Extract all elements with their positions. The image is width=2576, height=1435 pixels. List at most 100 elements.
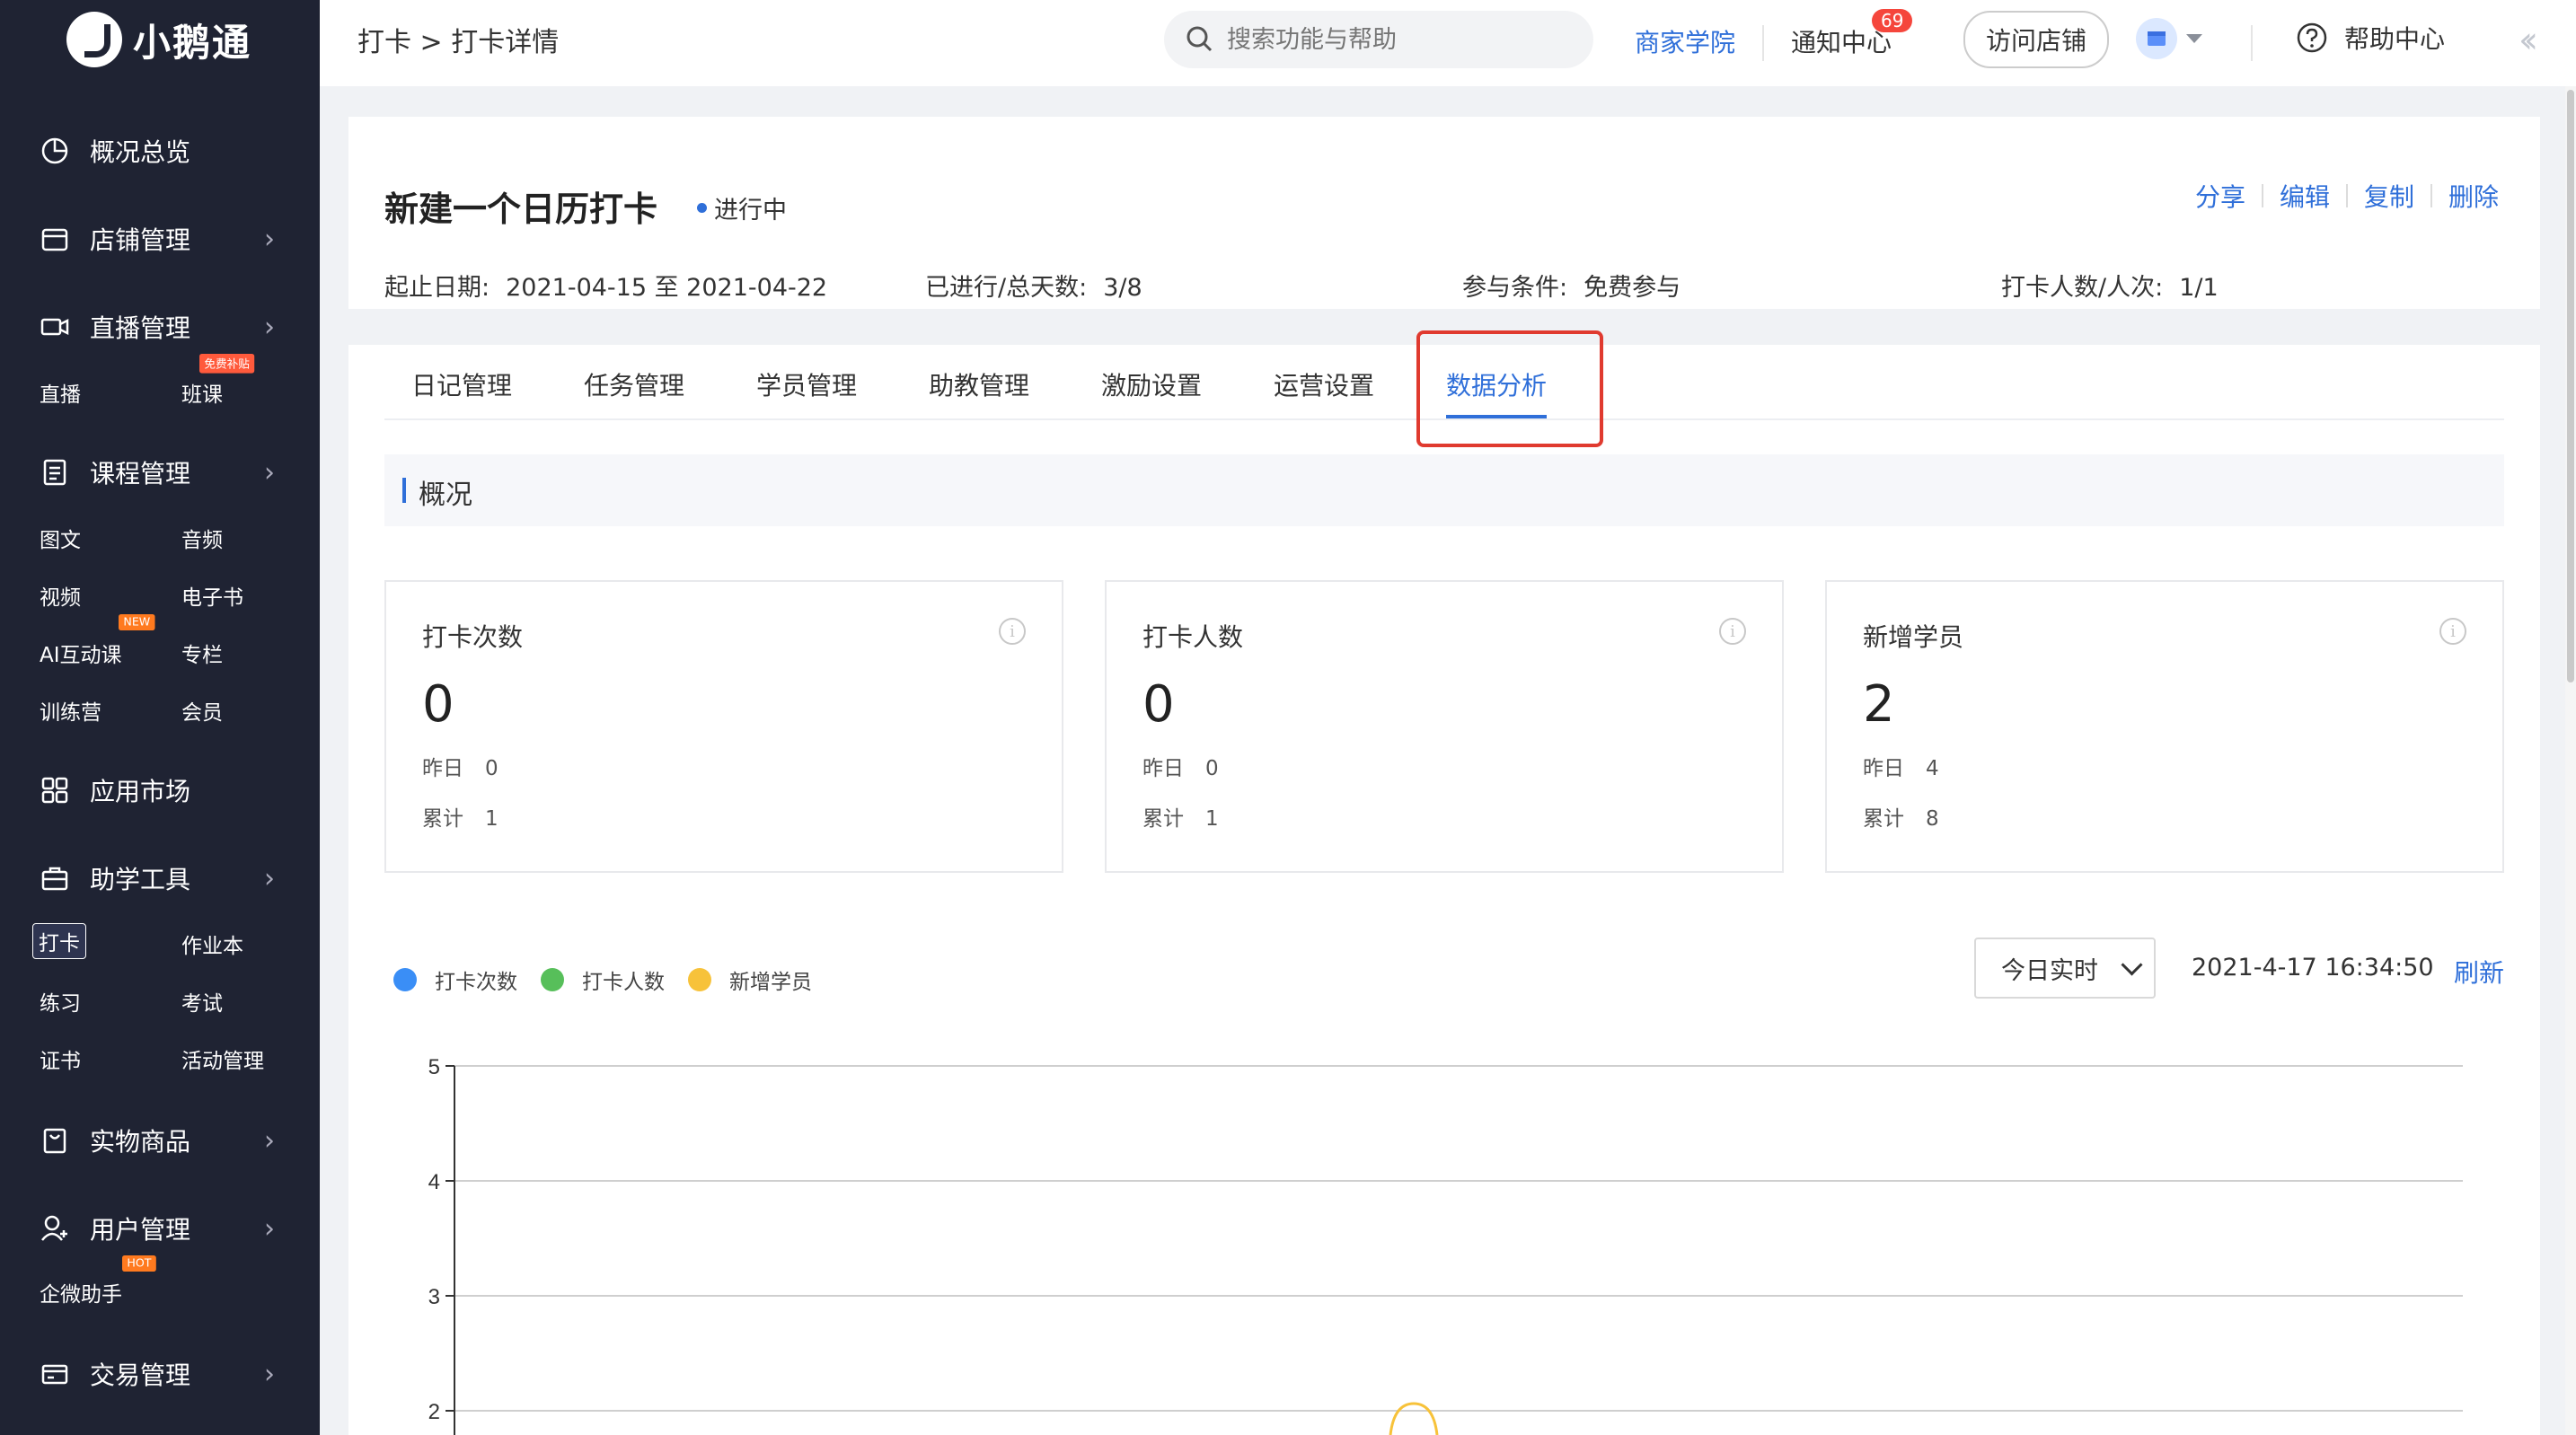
sidebar-item-label: 交易管理 <box>90 1360 191 1390</box>
annotation-highlight-box <box>1416 330 1603 447</box>
store-switcher[interactable] <box>2136 18 2204 59</box>
sidebar-item-live[interactable]: 直播管理 › <box>40 309 275 345</box>
status-text: 进行中 <box>714 197 787 224</box>
page-title: 新建一个日历打卡 <box>384 189 658 229</box>
scrollbar-thumb[interactable] <box>2567 90 2574 682</box>
video-camera-icon <box>40 312 70 342</box>
info-key: 参与条件: <box>1462 274 1568 302</box>
sidebar-item-label: 概况总览 <box>90 137 191 167</box>
search-icon <box>1187 26 1213 52</box>
new-tag: NEW <box>119 614 155 630</box>
sidebar-sub-ai-course[interactable]: AI互动课 <box>40 638 122 668</box>
sidebar-sub-member[interactable]: 会员 <box>181 695 223 726</box>
sidebar-item-label: 实物商品 <box>90 1127 191 1157</box>
copy-button[interactable]: 复制 <box>2364 178 2414 214</box>
divider <box>2261 184 2263 207</box>
sidebar-sub-checkin[interactable]: 打卡 <box>32 923 86 959</box>
document-icon <box>40 457 70 488</box>
free-subsidy-tag: 免费补贴 <box>199 354 255 374</box>
sidebar-sub-live[interactable]: 直播 <box>40 377 81 408</box>
sidebar-item-transactions[interactable]: 交易管理 › <box>40 1356 275 1392</box>
sidebar-sub-column[interactable]: 专栏 <box>181 638 223 668</box>
sidebar-item-course[interactable]: 课程管理 › <box>40 454 275 490</box>
sidebar-item-label: 店铺管理 <box>90 225 191 255</box>
question-circle-icon <box>2297 22 2327 53</box>
sidebar-item-overview[interactable]: 概况总览 <box>40 133 275 169</box>
search-input[interactable] <box>1225 24 1570 55</box>
sidebar-item-users[interactable]: 用户管理 › <box>40 1211 275 1246</box>
sidebar-item-store[interactable]: 店铺管理 › <box>40 221 275 257</box>
y-tick-label: 5 <box>428 1055 440 1079</box>
brand-logo[interactable]: 小鹅通 <box>66 11 251 68</box>
info-progress-days: 已进行/总天数: 3/8 <box>925 268 1142 303</box>
sidebar-sub-activity[interactable]: 活动管理 <box>181 1043 264 1074</box>
chart-y-axis: 2 3 4 5 <box>428 1055 455 1435</box>
pie-chart-icon <box>40 136 70 166</box>
collapse-panel-icon[interactable]: ‹‹ <box>2519 20 2538 61</box>
info-date-range: 起止日期: 2021-04-15 至 2021-04-22 <box>384 268 827 303</box>
header-actions: 分享 编辑 复制 删除 <box>2195 178 2499 214</box>
user-icon <box>40 1213 70 1244</box>
status-dot <box>697 203 707 213</box>
sidebar-item-label: 课程管理 <box>90 459 191 489</box>
card-icon <box>40 1359 70 1389</box>
checkin-header-card: 新建一个日历打卡 进行中 分享 编辑 复制 删除 起止日期: 2021-04-15… <box>348 117 2540 309</box>
divider <box>1762 25 1764 61</box>
info-participation: 参与条件: 免费参与 <box>1462 268 1681 303</box>
sidebar-sub-class[interactable]: 班课 <box>181 377 223 408</box>
toolbox-icon <box>40 863 70 894</box>
search-box[interactable] <box>1164 11 1593 68</box>
sidebar-sub-ebook[interactable]: 电子书 <box>181 580 243 611</box>
sidebar-item-label: 用户管理 <box>90 1215 191 1245</box>
sidebar-sub-camp[interactable]: 训练营 <box>40 695 101 726</box>
shopping-bag-icon <box>40 1125 70 1156</box>
chevron-right-icon: › <box>264 862 275 894</box>
chart-grid <box>454 1065 2463 1412</box>
line-chart: 2 3 4 5 <box>428 1055 2463 1435</box>
info-value: 3/8 <box>1103 274 1142 302</box>
visit-store-button[interactable]: 访问店铺 <box>1963 11 2109 68</box>
chevron-right-icon: › <box>264 1124 275 1157</box>
y-tick-label: 2 <box>428 1400 440 1424</box>
chevron-right-icon: › <box>264 1358 275 1390</box>
status-badge: 进行中 <box>697 190 787 225</box>
sidebar-item-app-market[interactable]: 应用市场 <box>40 772 275 808</box>
sidebar-sub-certificate[interactable]: 证书 <box>40 1043 81 1074</box>
caret-down-icon <box>2186 34 2202 43</box>
help-center-link[interactable]: 帮助中心 <box>2296 20 2445 56</box>
y-tick-label: 4 <box>428 1170 440 1194</box>
goose-logo-icon <box>66 12 122 67</box>
sidebar-sub-exam[interactable]: 考试 <box>181 986 223 1017</box>
sidebar-item-goods[interactable]: 实物商品 › <box>40 1122 275 1158</box>
divider <box>2345 184 2348 207</box>
sidebar-sub-video[interactable]: 视频 <box>40 580 81 611</box>
top-bar: 打卡 > 打卡详情 商家学院 通知中心 69 访问店铺 帮助中心 ‹‹ <box>320 0 2576 86</box>
brand-name: 小鹅通 <box>133 20 252 65</box>
chevron-right-icon: › <box>264 223 275 255</box>
series-line-new-students <box>1389 1402 1439 1435</box>
info-key: 打卡人数/人次: <box>2001 274 2164 302</box>
sidebar-sub-homework[interactable]: 作业本 <box>181 929 243 959</box>
sidebar-sub-audio[interactable]: 音频 <box>181 523 223 553</box>
y-tick-label: 3 <box>428 1285 440 1309</box>
sidebar-item-study-tools[interactable]: 助学工具 › <box>40 860 275 896</box>
info-value: 1/1 <box>2179 274 2219 302</box>
chevron-right-icon: › <box>264 456 275 489</box>
info-value: 2021-04-15 至 2021-04-22 <box>506 274 828 302</box>
info-value: 免费参与 <box>1584 274 1681 302</box>
sidebar-sub-practice[interactable]: 练习 <box>40 986 81 1017</box>
sidebar-sub-wecom-assistant[interactable]: 企微助手 <box>40 1277 122 1307</box>
edit-button[interactable]: 编辑 <box>2280 178 2330 214</box>
sidebar: 小鹅通 概况总览 店铺管理 › 直播管理 › 直播 班课 免费补贴 课程管理 ›… <box>0 0 320 1435</box>
chevron-right-icon: › <box>264 1212 275 1245</box>
help-center-label: 帮助中心 <box>2344 24 2446 54</box>
delete-button[interactable]: 删除 <box>2448 178 2499 214</box>
merchant-academy-link[interactable]: 商家学院 <box>1635 23 1735 59</box>
info-key: 已进行/总天数: <box>925 274 1088 302</box>
apps-grid-icon <box>40 775 70 806</box>
sidebar-item-label: 直播管理 <box>90 313 191 343</box>
chevron-right-icon: › <box>264 311 275 343</box>
share-button[interactable]: 分享 <box>2195 178 2245 214</box>
sidebar-sub-article[interactable]: 图文 <box>40 523 81 553</box>
main-panel: 日记管理 任务管理 学员管理 助教管理 激励设置 运营设置 数据分析 概况 打卡… <box>348 345 2540 1435</box>
